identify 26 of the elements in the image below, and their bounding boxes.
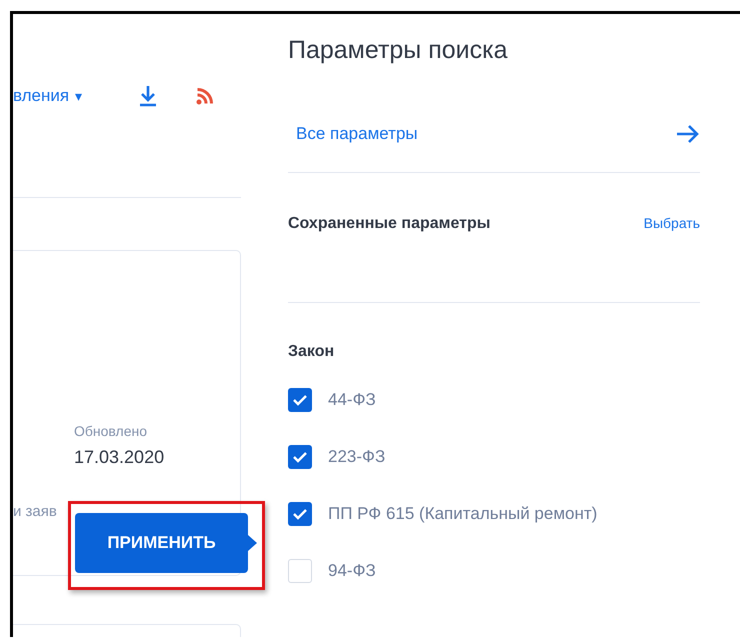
pointer-icon <box>248 535 257 551</box>
checkbox-label: ПП РФ 615 (Капитальный ремонт) <box>328 504 598 524</box>
check-icon <box>292 508 308 520</box>
updated-date: 17.03.2020 <box>74 447 166 468</box>
card-footer-text: и заяв <box>13 503 57 520</box>
checkbox-label: 94-ФЗ <box>328 560 376 580</box>
all-parameters-link[interactable]: Все параметры <box>296 124 418 144</box>
apply-button[interactable]: ПРИМЕНИТЬ <box>75 513 248 573</box>
checkbox-label: 223-ФЗ <box>328 446 386 466</box>
checkbox[interactable] <box>288 444 312 468</box>
choose-link[interactable]: Выбрать <box>644 215 700 231</box>
download-icon[interactable] <box>138 84 158 106</box>
check-icon <box>292 450 308 462</box>
saved-parameters-label: Сохраненные параметры <box>288 215 490 233</box>
checkbox[interactable] <box>288 558 312 582</box>
caret-icon[interactable]: ▾ <box>75 88 82 104</box>
rss-icon[interactable] <box>196 86 214 104</box>
panel-title: Параметры поиска <box>288 36 509 66</box>
updated-label: Обновлено <box>74 423 148 439</box>
check-icon <box>292 394 308 406</box>
law-heading: Закон <box>288 343 336 361</box>
sort-dropdown[interactable]: вления <box>13 86 70 106</box>
checkbox-label: 44-ФЗ <box>328 390 376 410</box>
checkbox[interactable] <box>288 388 312 412</box>
checkbox[interactable] <box>288 502 312 526</box>
arrow-right-icon[interactable] <box>676 124 700 144</box>
